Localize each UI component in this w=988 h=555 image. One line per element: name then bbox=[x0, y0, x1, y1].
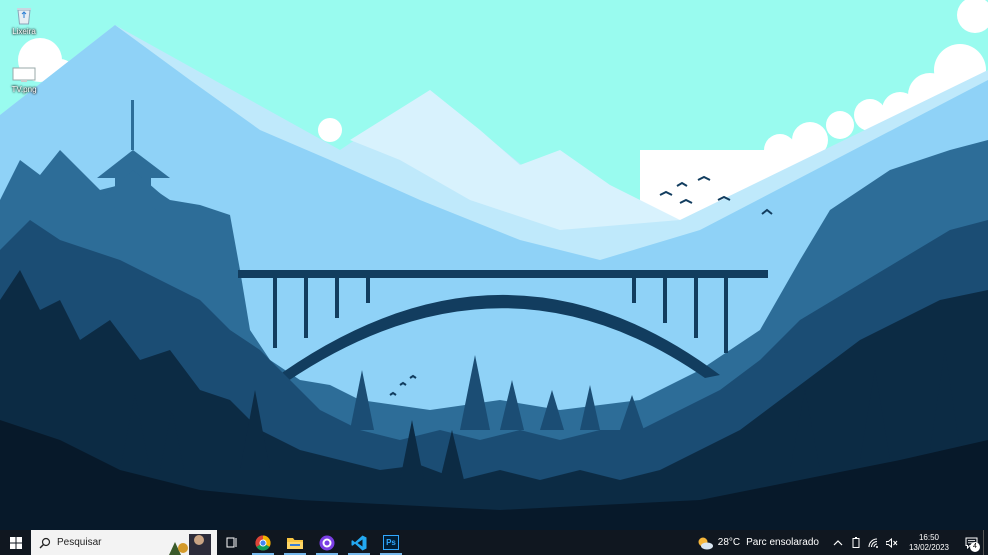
desktop-icon-label: TV.png bbox=[11, 85, 37, 94]
photoshop-icon-text: Ps bbox=[386, 538, 396, 547]
vscode-icon bbox=[351, 535, 367, 550]
start-button[interactable] bbox=[0, 530, 31, 555]
volume-muted-icon bbox=[885, 537, 898, 548]
taskbar-app-github-desktop[interactable] bbox=[311, 530, 343, 555]
chevron-up-icon bbox=[833, 539, 843, 545]
show-hidden-icons-button[interactable] bbox=[830, 539, 846, 546]
battery-button[interactable] bbox=[848, 537, 864, 548]
desktop-icon-label: Lixeira bbox=[12, 27, 36, 36]
search-placeholder: Pesquisar bbox=[57, 537, 102, 548]
sun-cloud-icon bbox=[698, 537, 713, 549]
recycle-bin-icon bbox=[17, 8, 31, 25]
windows-logo-icon bbox=[9, 536, 22, 549]
network-button[interactable] bbox=[866, 538, 882, 548]
search-highlight-image bbox=[169, 530, 217, 555]
network-icon bbox=[868, 538, 879, 548]
weather-description: Parc ensolarado bbox=[746, 537, 819, 548]
taskbar-app-chrome[interactable] bbox=[247, 530, 279, 555]
taskbar-app-vscode[interactable] bbox=[343, 530, 375, 555]
taskbar: Pesquisar Ps 28°C Parc ensolarado 16:50 … bbox=[0, 530, 988, 555]
clock-time: 16:50 bbox=[918, 532, 939, 542]
taskbar-app-file-explorer[interactable] bbox=[279, 530, 311, 555]
system-tray: 28°C Parc ensolarado 16:50 13/02/2023 4 bbox=[696, 530, 988, 555]
battery-icon bbox=[852, 537, 860, 548]
task-view-icon bbox=[226, 537, 237, 548]
search-box[interactable]: Pesquisar bbox=[31, 530, 217, 555]
taskbar-app-photoshop[interactable]: Ps bbox=[375, 530, 407, 555]
volume-button[interactable] bbox=[884, 537, 900, 548]
clock-date: 13/02/2023 bbox=[908, 542, 949, 552]
chrome-icon bbox=[255, 534, 271, 551]
search-icon bbox=[39, 537, 51, 548]
file-explorer-icon bbox=[287, 537, 303, 549]
clock[interactable]: 16:50 13/02/2023 bbox=[909, 533, 949, 553]
desktop-icon-recycle-bin[interactable]: Lixeira bbox=[0, 5, 48, 36]
desktop-icon-tv-png[interactable]: TV.png bbox=[0, 67, 48, 94]
photoshop-icon: Ps bbox=[383, 535, 399, 550]
image-file-icon bbox=[12, 67, 36, 82]
show-desktop-button[interactable] bbox=[983, 530, 988, 555]
weather-temperature: 28°C bbox=[717, 537, 741, 548]
weather-widget[interactable]: 28°C Parc ensolarado bbox=[696, 536, 819, 550]
task-view-button[interactable] bbox=[217, 530, 247, 555]
notification-count-badge: 4 bbox=[970, 542, 980, 552]
notification-center-button[interactable]: 4 bbox=[959, 530, 983, 555]
github-desktop-icon bbox=[319, 535, 335, 550]
desktop-wallpaper bbox=[0, 0, 988, 530]
